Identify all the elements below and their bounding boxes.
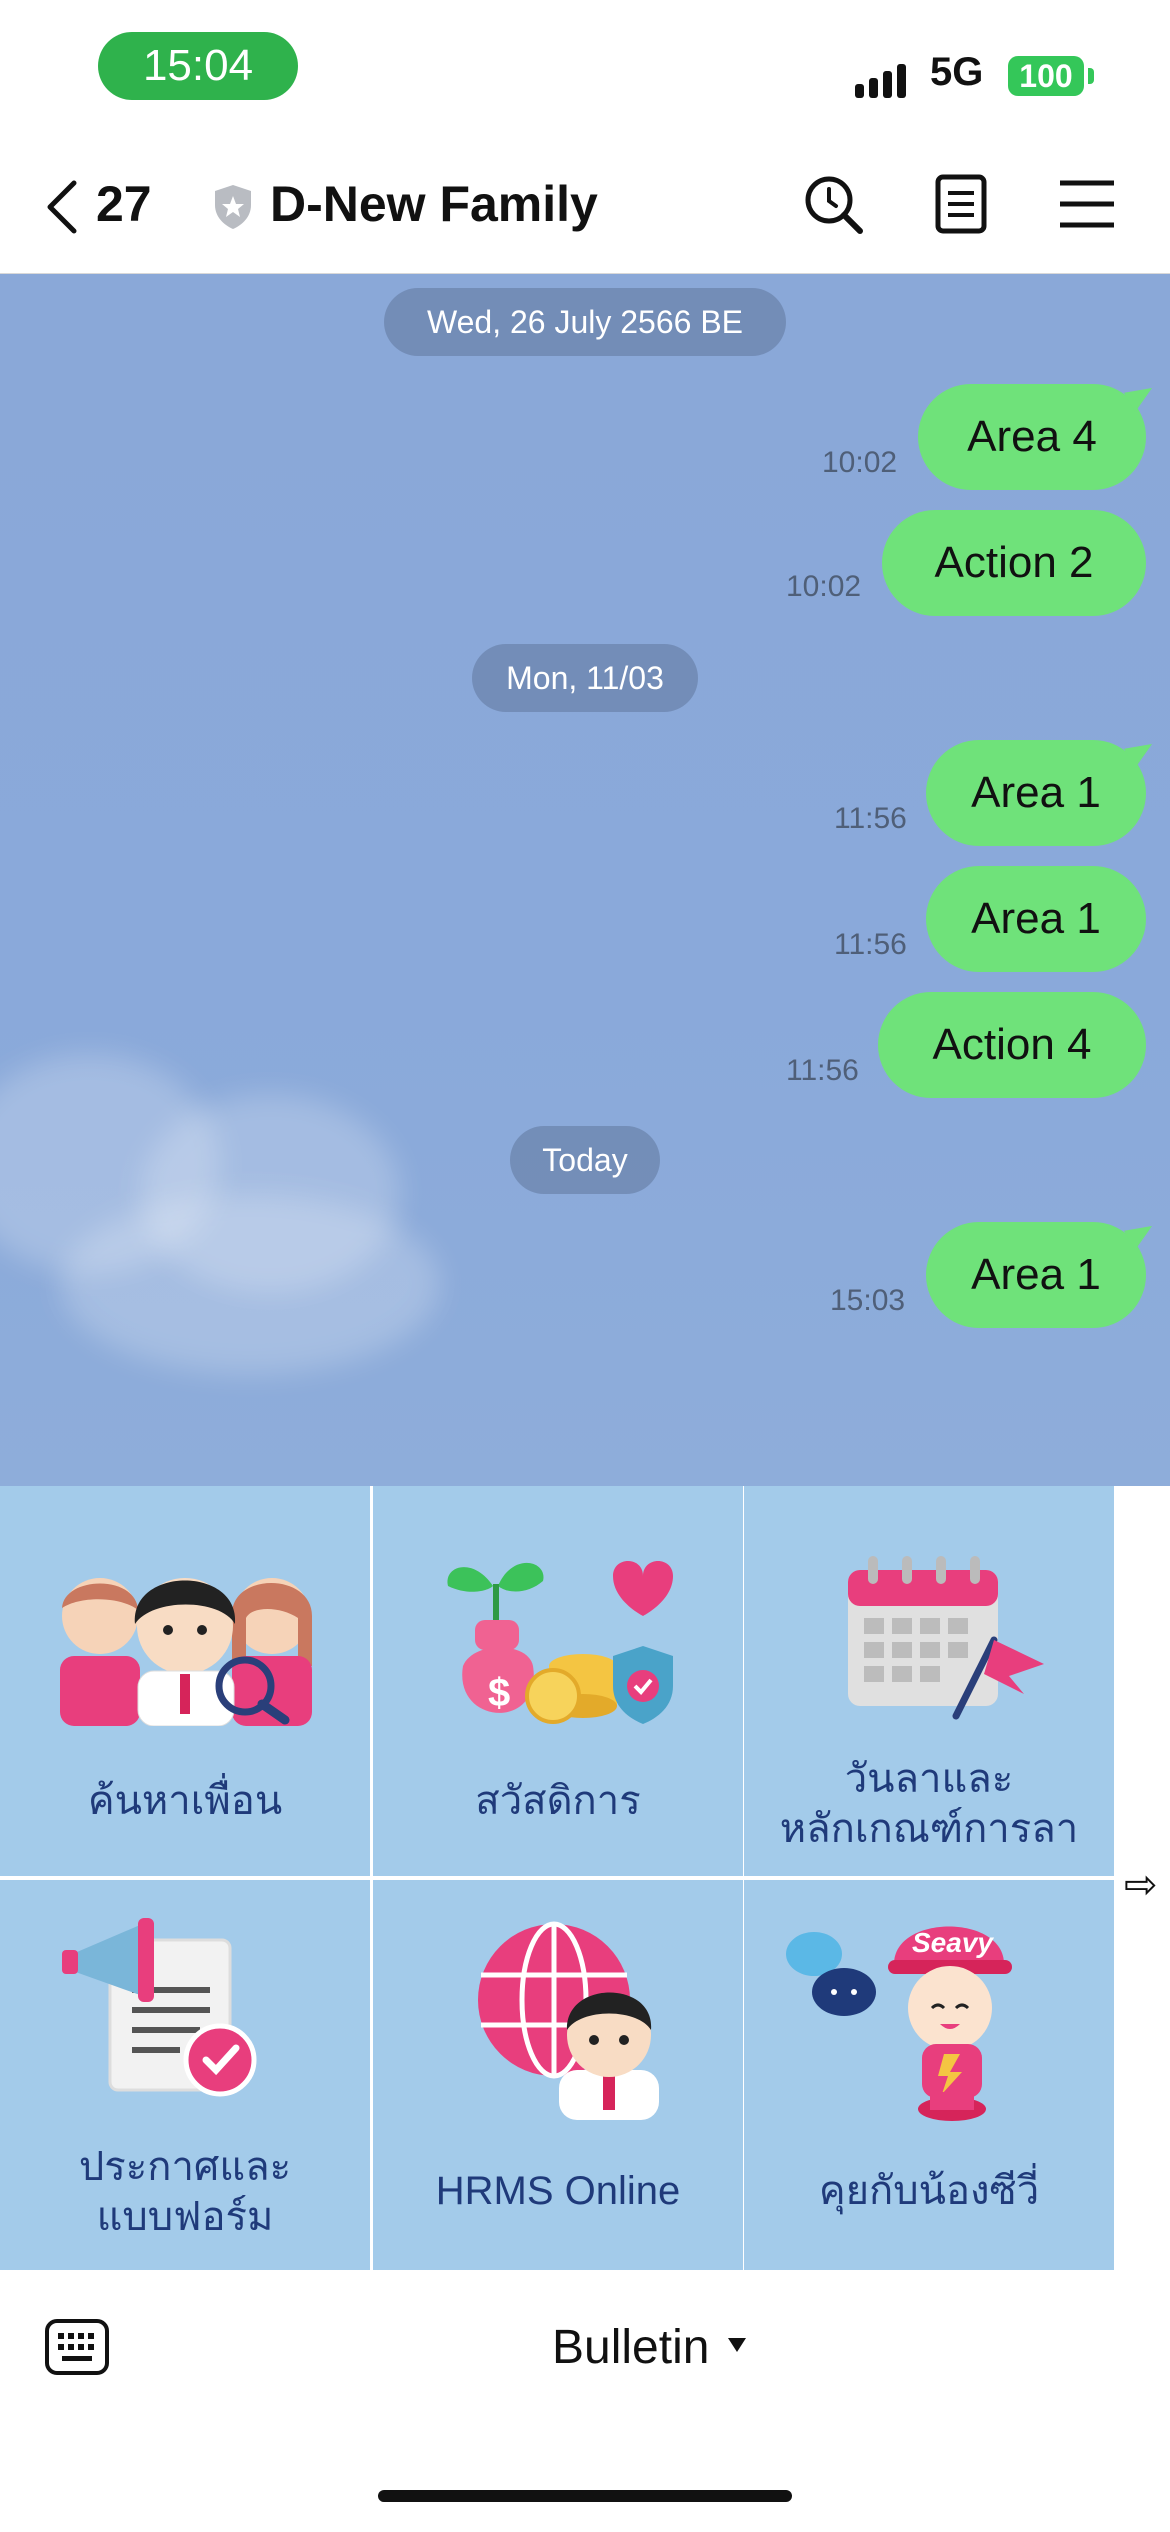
message-time: 11:56 [786, 1054, 859, 1087]
status-bar: 15:04 5G 100 [0, 0, 1170, 135]
date-separator: Wed, 26 July 2566 BE [384, 288, 786, 356]
message-time: 11:56 [834, 802, 907, 835]
unread-count[interactable]: 27 [96, 175, 152, 233]
rich-menu-title[interactable]: Bulletin [552, 2320, 709, 2375]
welfare-money-icon: $ [447, 1561, 673, 1724]
announcement-document-icon [62, 1918, 257, 2097]
mascot-chat-icon: Seavy [786, 1926, 1012, 2121]
message-time: 11:56 [834, 928, 907, 961]
shield-icon [215, 185, 251, 229]
message-bubble[interactable]: Area 1 [926, 866, 1146, 972]
message-bubble[interactable]: Area 1 [926, 1222, 1146, 1328]
globe-person-icon [478, 1921, 659, 2120]
message-bubble[interactable]: Action 2 [882, 510, 1146, 616]
signal-icon [855, 58, 913, 98]
menu-tile-hrms-online[interactable]: HRMS Online [373, 1880, 743, 2270]
message-time: 15:03 [830, 1284, 906, 1317]
battery-tip [1088, 68, 1094, 84]
message-bubble[interactable]: Area 4 [918, 384, 1146, 490]
chat-area[interactable]: Wed, 26 July 2566 BE 10:02 Area 4 10:02 … [0, 274, 1170, 1486]
search-icon[interactable] [802, 173, 864, 235]
menu-tile-label: สวัสดิการ [475, 1779, 641, 1823]
chat-header: 27 D-New Family [0, 135, 1170, 274]
background-cloud [60, 1194, 440, 1374]
message-bubble[interactable]: Area 1 [926, 740, 1146, 846]
hamburger-menu-icon[interactable] [1056, 173, 1118, 235]
battery-icon: 100 [1008, 56, 1084, 96]
home-indicator[interactable] [378, 2490, 792, 2502]
menu-tile-label: วันลาและ [844, 1757, 1014, 1801]
menu-tile-chat-mascot[interactable]: Seavy คุยกับน้องซีวี่ [744, 1880, 1114, 2270]
svg-text:$: $ [488, 1671, 510, 1715]
date-separator: Today [510, 1126, 660, 1194]
menu-tile-leave[interactable]: วันลาและ หลักเกณฑ์การลา [744, 1486, 1114, 1876]
message-time: 10:02 [822, 446, 898, 479]
svg-text:Seavy: Seavy [912, 1927, 994, 1958]
notes-icon[interactable] [930, 173, 992, 235]
calendar-flag-icon [848, 1556, 1044, 1720]
friends-search-icon [60, 1578, 312, 1726]
menu-tile-find-friends[interactable]: ค้นหาเพื่อน [0, 1486, 370, 1876]
menu-tile-label: คุยกับน้องซีวี่ [818, 2169, 1040, 2213]
keyboard-icon[interactable] [44, 2318, 110, 2376]
menu-tile-label: แบบฟอร์ม [96, 2195, 274, 2239]
menu-tile-welfare[interactable]: $ สวัสดิการ [373, 1486, 743, 1876]
chat-title: D-New Family [270, 176, 598, 232]
date-separator: Mon, 11/03 [472, 644, 698, 712]
network-type: 5G [930, 50, 984, 94]
status-time: 15:04 [98, 32, 298, 100]
menu-tile-announcements[interactable]: ประกาศและ แบบฟอร์ม [0, 1880, 370, 2270]
menu-tile-label: หลักเกณฑ์การลา [779, 1807, 1079, 1851]
menu-tile-label: ประกาศและ [78, 2145, 292, 2189]
menu-tile-label: HRMS Online [435, 2169, 681, 2213]
next-menu-arrow-icon[interactable]: ⇨ [1124, 1862, 1158, 1908]
message-bubble[interactable]: Action 4 [878, 992, 1146, 1098]
menu-tile-label: ค้นหาเพื่อน [87, 1779, 283, 1823]
message-time: 10:02 [786, 570, 862, 603]
rich-menu: ค้นหาเพื่อน $ สวัสดิการ วันลาและ หลักเกณ… [0, 1486, 1170, 2276]
dropdown-caret-icon[interactable] [728, 2338, 746, 2352]
